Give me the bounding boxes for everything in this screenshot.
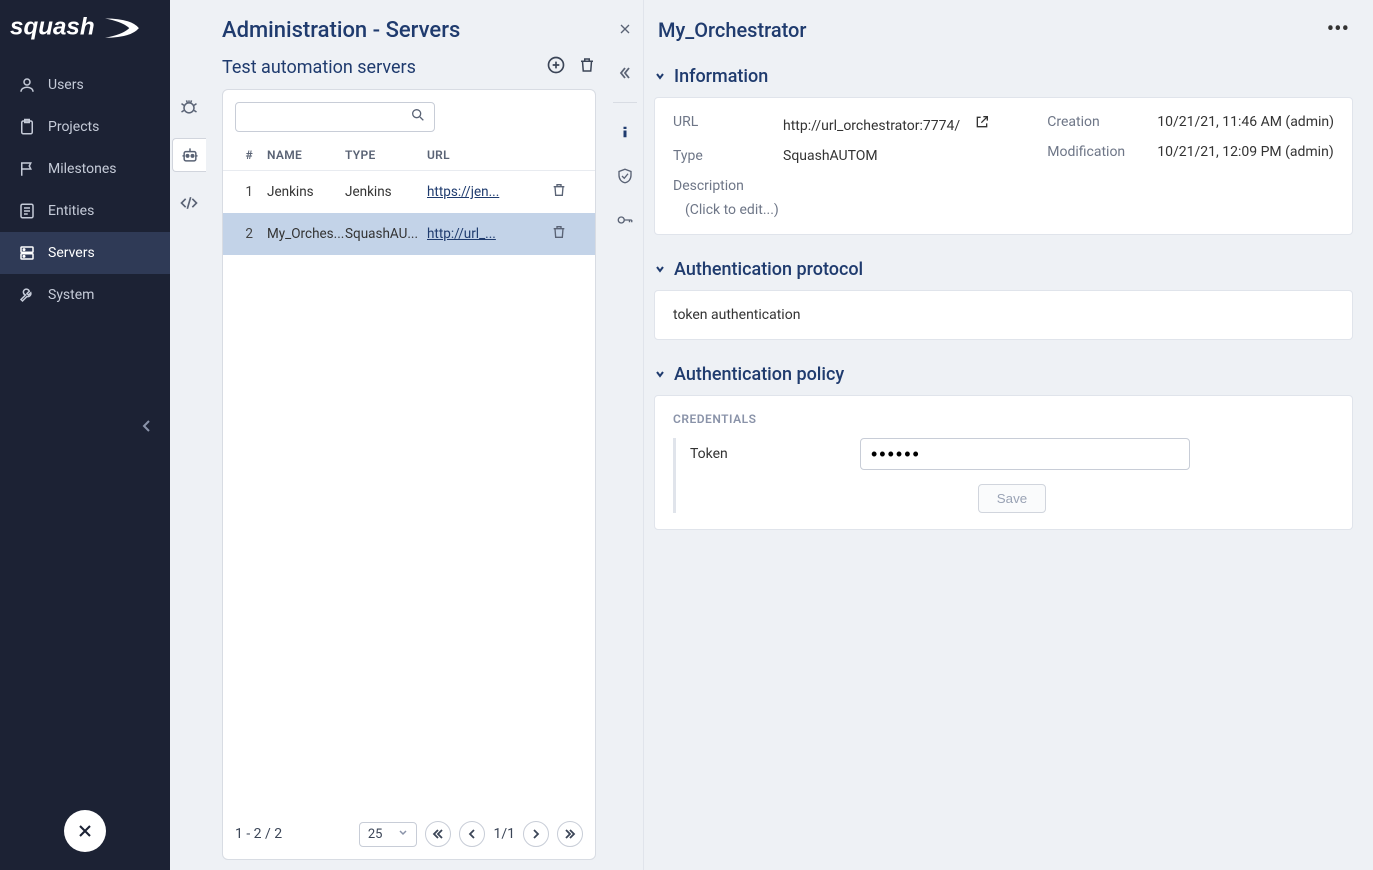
svg-text:squash: squash — [10, 14, 95, 41]
sidebar-item-entities[interactable]: Entities — [0, 190, 170, 232]
row-num: 2 — [235, 226, 267, 242]
logo: squash — [0, 0, 170, 64]
section-toggle-auth-policy[interactable]: Authentication policy — [654, 364, 1353, 385]
delete-server-button[interactable] — [578, 55, 596, 79]
chevron-down-icon — [654, 259, 666, 280]
info-type-label: Type — [673, 148, 783, 164]
row-url-link[interactable]: http://url_... — [427, 226, 496, 242]
page-subtitle: Test automation servers — [222, 57, 416, 78]
row-num: 1 — [235, 184, 267, 200]
page-title: Administration - Servers — [222, 18, 596, 43]
col-header-url[interactable]: URL — [427, 148, 551, 162]
sidebar-item-milestones[interactable]: Milestones — [0, 148, 170, 190]
close-detail-button[interactable] — [608, 12, 642, 46]
info-creation-label: Creation — [1047, 114, 1157, 130]
section-toggle-auth-proto[interactable]: Authentication protocol — [654, 259, 1353, 280]
row-type: Jenkins — [345, 184, 427, 200]
row-name: Jenkins — [267, 184, 345, 200]
info-modification-value: 10/21/21, 12:09 PM (admin) — [1157, 144, 1333, 160]
add-server-button[interactable] — [546, 55, 566, 79]
info-type-value: SquashAUTOM — [783, 148, 878, 164]
detail-tab-shield[interactable] — [608, 159, 642, 193]
search-field[interactable] — [244, 110, 384, 125]
clipboard-icon — [18, 118, 36, 136]
more-actions-button[interactable]: ••• — [1327, 25, 1349, 35]
info-desc-edit[interactable]: (Click to edit...) — [673, 202, 1007, 218]
row-name: My_Orches... — [267, 226, 345, 242]
close-admin-button[interactable] — [64, 810, 106, 852]
row-type: SquashAU... — [345, 226, 427, 242]
auth-protocol-value[interactable]: token authentication — [673, 307, 1334, 323]
token-label: Token — [690, 446, 840, 462]
collapse-detail-button[interactable] — [608, 56, 642, 90]
row-delete-button[interactable] — [551, 223, 583, 245]
search-icon — [410, 107, 426, 127]
chevron-down-icon — [398, 827, 408, 842]
vtab-robot[interactable] — [172, 138, 206, 172]
row-delete-button[interactable] — [551, 181, 583, 203]
info-url-label: URL — [673, 114, 783, 134]
search-input[interactable] — [235, 102, 435, 132]
chevron-down-icon — [654, 66, 666, 87]
save-button[interactable]: Save — [978, 484, 1046, 513]
vtab-code[interactable] — [172, 186, 206, 220]
col-header-type[interactable]: TYPE — [345, 148, 427, 162]
sidebar-item-users[interactable]: Users — [0, 64, 170, 106]
token-input[interactable] — [860, 438, 1190, 470]
last-page-button[interactable] — [557, 821, 583, 847]
row-url-link[interactable]: https://jen... — [427, 184, 499, 200]
sidebar-item-label: Milestones — [48, 161, 117, 177]
info-modification-label: Modification — [1047, 144, 1157, 160]
external-link-icon[interactable] — [974, 114, 990, 130]
sidebar-item-label: System — [48, 287, 94, 303]
flag-icon — [18, 160, 36, 178]
pagination-range: 1 - 2 / 2 — [235, 826, 282, 842]
first-page-button[interactable] — [425, 821, 451, 847]
info-url-value[interactable]: http://url_orchestrator:7774/ — [783, 118, 960, 134]
sidebar-item-system[interactable]: System — [0, 274, 170, 316]
table-row[interactable]: 2 My_Orches... SquashAU... http://url_..… — [223, 213, 595, 255]
detail-tab-info[interactable] — [608, 115, 642, 149]
sidebar-item-label: Servers — [48, 245, 95, 261]
server-icon — [18, 244, 36, 262]
user-icon — [18, 76, 36, 94]
wrench-icon — [18, 286, 36, 304]
sidebar: squash Users Projects Milestones Entitie… — [0, 0, 170, 870]
page-size-select[interactable]: 25 — [359, 822, 418, 847]
prev-page-button[interactable] — [459, 821, 485, 847]
detail-title: My_Orchestrator — [658, 18, 806, 42]
sidebar-item-projects[interactable]: Projects — [0, 106, 170, 148]
page-info: 1/1 — [493, 826, 515, 842]
info-desc-label: Description — [673, 178, 783, 194]
sidebar-item-servers[interactable]: Servers — [0, 232, 170, 274]
vtab-bug[interactable] — [172, 90, 206, 124]
chevron-down-icon — [654, 364, 666, 385]
detail-tab-key[interactable] — [608, 203, 642, 237]
sidebar-item-label: Users — [48, 77, 84, 93]
sidebar-item-label: Projects — [48, 119, 99, 135]
credentials-label: CREDENTIALS — [673, 412, 1334, 426]
table-row[interactable]: 1 Jenkins Jenkins https://jen... — [223, 171, 595, 213]
col-header-num[interactable]: # — [235, 148, 267, 162]
table-header: # NAME TYPE URL — [223, 138, 595, 171]
next-page-button[interactable] — [523, 821, 549, 847]
col-header-name[interactable]: NAME — [267, 148, 345, 162]
server-type-tabs — [170, 0, 208, 870]
sidebar-item-label: Entities — [48, 203, 94, 219]
list-icon — [18, 202, 36, 220]
section-toggle-info[interactable]: Information — [654, 66, 1353, 87]
collapse-sidebar-button[interactable] — [0, 409, 170, 447]
info-creation-value: 10/21/21, 11:46 AM (admin) — [1157, 114, 1334, 130]
